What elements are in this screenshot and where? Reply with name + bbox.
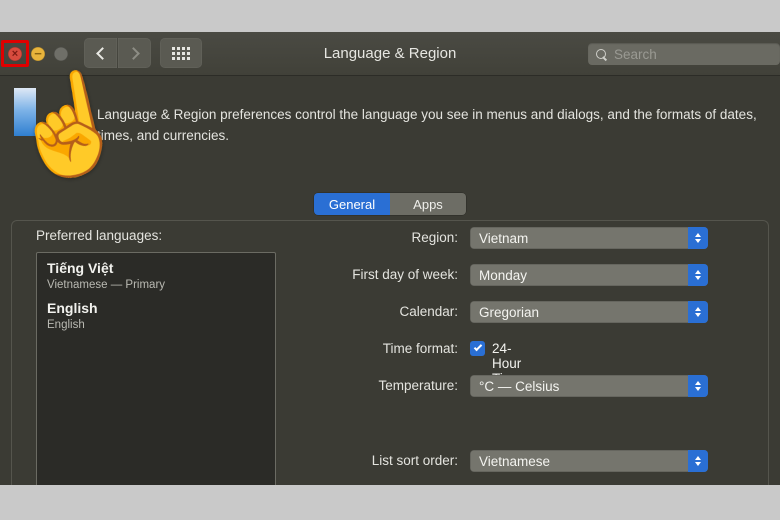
list-sort-order-label: List sort order:: [371, 453, 458, 468]
preference-description: Language & Region preferences control th…: [97, 107, 757, 143]
stepper-icon[interactable]: [688, 301, 708, 323]
search-icon: [596, 48, 607, 60]
stepper-icon[interactable]: [688, 375, 708, 397]
stepper-icon[interactable]: [688, 450, 708, 472]
calendar-label: Calendar:: [399, 304, 458, 319]
language-subtitle: English: [47, 319, 85, 331]
language-name: English: [47, 300, 98, 316]
tab-bar: General Apps: [314, 193, 466, 215]
24-hour-time-checkbox[interactable]: [470, 341, 485, 356]
window-titlebar: × − Language & Region Search: [0, 32, 780, 76]
stepper-icon[interactable]: [688, 227, 708, 249]
list-item[interactable]: Tiếng Việt Vietnamese — Primary: [37, 253, 275, 293]
temperature-select[interactable]: °C — Celsius: [470, 375, 708, 397]
calendar-select[interactable]: Gregorian: [470, 301, 708, 323]
region-value: Vietnam: [479, 230, 529, 246]
temperature-label: Temperature:: [378, 378, 458, 393]
list-sort-order-select[interactable]: Vietnamese: [470, 450, 708, 472]
system-preferences-window: × − Language & Region Search Language & …: [0, 32, 780, 485]
stepper-icon[interactable]: [688, 264, 708, 286]
preferred-languages-label: Preferred languages:: [36, 228, 163, 243]
first-day-of-week-label: First day of week:: [352, 267, 458, 282]
list-item[interactable]: English English: [37, 293, 275, 333]
first-day-of-week-select[interactable]: Monday: [470, 264, 708, 286]
language-subtitle: Vietnamese — Primary: [47, 279, 166, 291]
search-input[interactable]: Search: [614, 47, 657, 62]
region-select[interactable]: Vietnam: [470, 227, 708, 249]
language-name: Tiếng Việt: [47, 260, 114, 276]
tab-general[interactable]: General: [314, 193, 390, 215]
search-field[interactable]: Search: [588, 43, 780, 65]
first-day-of-week-value: Monday: [479, 267, 528, 283]
time-format-label: Time format:: [382, 341, 458, 356]
temperature-value: °C — Celsius: [479, 378, 560, 394]
tab-apps[interactable]: Apps: [390, 193, 466, 215]
region-label: Region:: [411, 230, 458, 245]
preferred-languages-list[interactable]: Tiếng Việt Vietnamese — Primary English …: [36, 252, 276, 485]
calendar-value: Gregorian: [479, 304, 540, 320]
list-sort-order-value: Vietnamese: [479, 453, 551, 469]
